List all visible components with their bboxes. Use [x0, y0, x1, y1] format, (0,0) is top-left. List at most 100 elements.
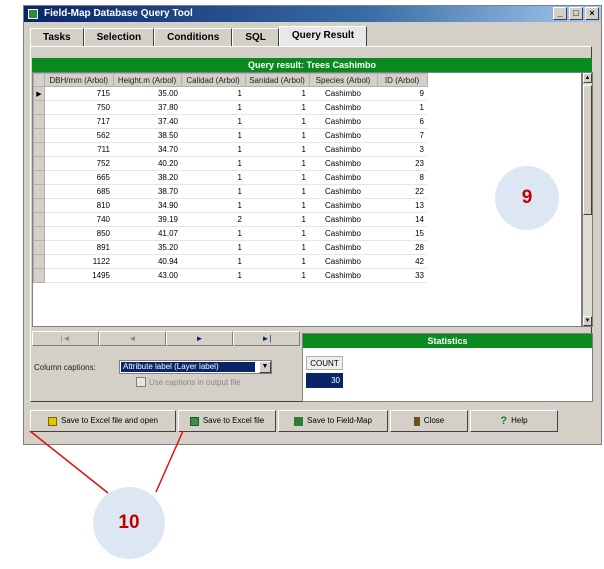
tab-tasks[interactable]: Tasks: [30, 28, 84, 46]
table-cell[interactable]: 850: [44, 226, 113, 241]
row-indicator[interactable]: [33, 100, 45, 115]
table-cell[interactable]: 1: [245, 184, 309, 199]
scroll-up-icon[interactable]: ▲: [583, 73, 592, 83]
table-cell[interactable]: Cashimbo: [309, 156, 377, 171]
table-cell[interactable]: Cashimbo: [309, 254, 377, 269]
save-fieldmap-button[interactable]: Save to Field-Map: [278, 410, 388, 432]
table-cell[interactable]: 1: [181, 114, 245, 129]
close-window-button[interactable]: ×: [585, 7, 599, 20]
table-row[interactable]: 1122 40.94 1 1 Cashimbo 42: [33, 254, 427, 269]
row-indicator[interactable]: [33, 226, 45, 241]
table-cell[interactable]: 810: [44, 198, 113, 213]
row-indicator[interactable]: [33, 156, 45, 171]
table-cell[interactable]: Cashimbo: [309, 212, 377, 227]
table-cell[interactable]: Cashimbo: [309, 170, 377, 185]
row-indicator[interactable]: [33, 240, 45, 255]
table-cell[interactable]: 1: [181, 240, 245, 255]
count-value[interactable]: 30: [306, 373, 343, 388]
table-row[interactable]: 850 41.07 1 1 Cashimbo 15: [33, 226, 427, 241]
table-cell[interactable]: 2: [181, 212, 245, 227]
row-indicator[interactable]: [33, 198, 45, 213]
table-cell[interactable]: 38.70: [113, 184, 181, 199]
column-header[interactable]: ID (Arbol): [376, 73, 428, 87]
last-record-button[interactable]: ►|: [233, 331, 300, 346]
table-cell[interactable]: 40.94: [113, 254, 181, 269]
table-cell[interactable]: 752: [44, 156, 113, 171]
table-cell[interactable]: 7: [377, 128, 427, 143]
table-cell[interactable]: 740: [44, 212, 113, 227]
row-indicator[interactable]: [33, 128, 45, 143]
table-cell[interactable]: 1495: [44, 268, 113, 283]
table-cell[interactable]: Cashimbo: [309, 128, 377, 143]
table-cell[interactable]: 6: [377, 114, 427, 129]
table-cell[interactable]: 37.80: [113, 100, 181, 115]
table-cell[interactable]: 9: [377, 86, 427, 101]
table-cell[interactable]: 1: [245, 156, 309, 171]
column-header[interactable]: Height.m (Arbol): [112, 73, 182, 87]
table-cell[interactable]: 1: [245, 226, 309, 241]
table-cell[interactable]: 37.40: [113, 114, 181, 129]
tab-query-result[interactable]: Query Result: [278, 26, 368, 46]
table-cell[interactable]: 1: [181, 170, 245, 185]
table-cell[interactable]: 1: [181, 128, 245, 143]
table-cell[interactable]: 1: [245, 268, 309, 283]
table-cell[interactable]: 1: [245, 170, 309, 185]
tab-selection[interactable]: Selection: [83, 28, 155, 46]
table-cell[interactable]: Cashimbo: [309, 240, 377, 255]
table-cell[interactable]: Cashimbo: [309, 184, 377, 199]
table-cell[interactable]: 1: [181, 156, 245, 171]
table-cell[interactable]: Cashimbo: [309, 198, 377, 213]
table-cell[interactable]: 685: [44, 184, 113, 199]
table-row[interactable]: 891 35.20 1 1 Cashimbo 28: [33, 240, 427, 255]
table-row[interactable]: 740 39.19 2 1 Cashimbo 14: [33, 212, 427, 227]
table-row[interactable]: 711 34.70 1 1 Cashimbo 3: [33, 142, 427, 157]
minimize-button[interactable]: _: [553, 7, 567, 20]
tab-sql[interactable]: SQL: [232, 28, 279, 46]
table-cell[interactable]: 1: [245, 254, 309, 269]
first-record-button[interactable]: |◄: [32, 331, 99, 346]
table-cell[interactable]: 1: [245, 198, 309, 213]
table-cell[interactable]: 562: [44, 128, 113, 143]
row-indicator[interactable]: [33, 254, 45, 269]
row-indicator[interactable]: ▶: [33, 86, 45, 101]
table-cell[interactable]: 1: [245, 142, 309, 157]
prev-record-button[interactable]: ◄: [99, 331, 166, 346]
table-cell[interactable]: 23: [377, 156, 427, 171]
table-row[interactable]: 750 37.80 1 1 Cashimbo 1: [33, 100, 427, 115]
table-cell[interactable]: 665: [44, 170, 113, 185]
table-cell[interactable]: 1: [245, 240, 309, 255]
column-header[interactable]: Sanidad (Arbol): [244, 73, 310, 87]
table-cell[interactable]: 35.00: [113, 86, 181, 101]
scroll-down-icon[interactable]: ▼: [583, 316, 592, 326]
table-cell[interactable]: 41.07: [113, 226, 181, 241]
table-cell[interactable]: 39.19: [113, 212, 181, 227]
table-cell[interactable]: 43.00: [113, 268, 181, 283]
table-cell[interactable]: 1: [245, 100, 309, 115]
row-indicator[interactable]: [33, 184, 45, 199]
save-excel-button[interactable]: Save to Excel file: [178, 410, 276, 432]
column-header[interactable]: DBH/mm (Arbol): [44, 73, 114, 87]
column-captions-select[interactable]: Attribute label (Layer label) ▼: [119, 360, 272, 374]
chevron-down-icon[interactable]: ▼: [259, 361, 271, 373]
row-indicator[interactable]: [33, 268, 45, 283]
column-header[interactable]: Calidad (Arbol): [180, 73, 246, 87]
close-button[interactable]: Close: [390, 410, 468, 432]
scroll-thumb[interactable]: [583, 85, 592, 215]
table-cell[interactable]: 15: [377, 226, 427, 241]
table-cell[interactable]: 1: [245, 212, 309, 227]
table-cell[interactable]: 3: [377, 142, 427, 157]
table-row[interactable]: 562 38.50 1 1 Cashimbo 7: [33, 128, 427, 143]
table-cell[interactable]: Cashimbo: [309, 100, 377, 115]
tab-conditions[interactable]: Conditions: [154, 28, 233, 46]
table-cell[interactable]: 891: [44, 240, 113, 255]
table-cell[interactable]: 1: [181, 198, 245, 213]
table-cell[interactable]: 34.90: [113, 198, 181, 213]
table-cell[interactable]: Cashimbo: [309, 226, 377, 241]
table-cell[interactable]: 1: [245, 128, 309, 143]
save-excel-open-button[interactable]: Save to Excel file and open: [30, 410, 176, 432]
table-cell[interactable]: 1: [181, 86, 245, 101]
table-row[interactable]: 717 37.40 1 1 Cashimbo 6: [33, 114, 427, 129]
help-button[interactable]: ? Help: [470, 410, 558, 432]
table-cell[interactable]: 38.50: [113, 128, 181, 143]
table-cell[interactable]: 1: [377, 100, 427, 115]
